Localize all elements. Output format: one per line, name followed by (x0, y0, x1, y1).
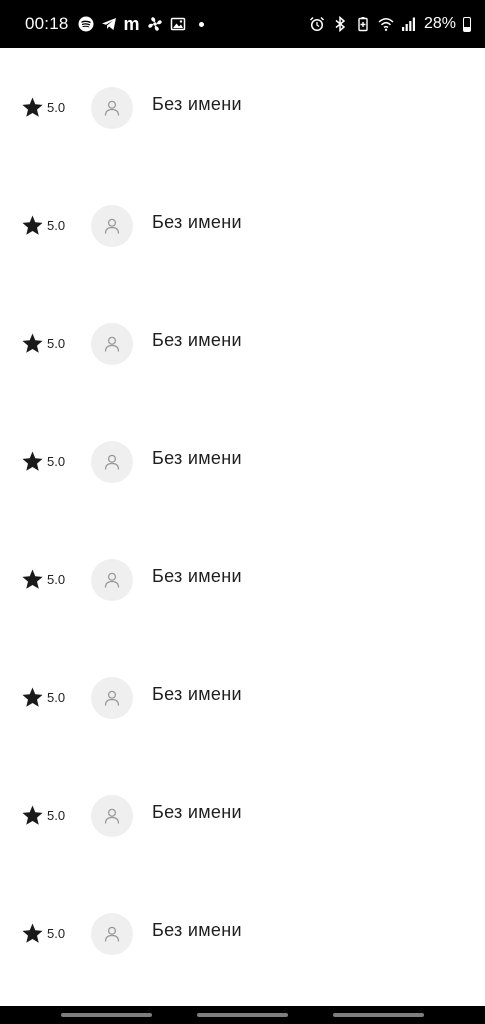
rating: 5.0 (21, 332, 65, 355)
wifi-icon (378, 16, 394, 32)
rating-value: 5.0 (47, 218, 66, 233)
nav-handle-center[interactable] (197, 1013, 288, 1017)
battery-percent: 28% (423, 15, 456, 32)
gallery-icon (170, 16, 186, 32)
bluetooth-icon (332, 16, 348, 32)
rating: 5.0 (21, 804, 65, 827)
nav-handle-left[interactable] (61, 1013, 152, 1017)
list-item[interactable]: 5.0 Без имени (0, 402, 485, 520)
m-app-icon: m (123, 14, 140, 34)
list-item[interactable]: 5.0 Без имени (0, 638, 485, 756)
rating: 5.0 (21, 568, 65, 591)
spotify-icon (78, 16, 94, 32)
reviewer-name: Без имени (152, 802, 242, 822)
status-time: 00:18 (25, 14, 69, 33)
rating-value: 5.0 (47, 926, 66, 941)
list-item[interactable]: 5.0 Без имени (0, 166, 485, 284)
nav-handle-right[interactable] (333, 1013, 424, 1017)
user-icon (104, 690, 120, 706)
list-item[interactable]: 5.0 Без имени (0, 520, 485, 638)
rating: 5.0 (21, 686, 65, 709)
user-icon (104, 454, 120, 470)
reviewer-name: Без имени (152, 94, 242, 114)
user-icon (104, 218, 120, 234)
status-bar-right: 28% (309, 15, 471, 33)
avatar (91, 795, 133, 837)
status-bar: 00:18 m 28% (0, 0, 485, 48)
avatar (91, 441, 133, 483)
rating-value: 5.0 (47, 100, 66, 115)
battery-icon (463, 16, 471, 32)
rating: 5.0 (21, 922, 65, 945)
avatar (91, 559, 133, 601)
user-icon (104, 100, 120, 116)
rating-value: 5.0 (47, 454, 66, 469)
star-icon (22, 923, 43, 943)
reviewer-name: Без имени (152, 566, 242, 586)
rating: 5.0 (21, 214, 65, 237)
star-icon (22, 805, 43, 825)
navigation-bar (0, 1006, 485, 1024)
user-icon (104, 572, 120, 588)
alarm-icon (309, 16, 325, 32)
user-icon (104, 336, 120, 352)
rating-value: 5.0 (47, 808, 66, 823)
avatar (91, 87, 133, 129)
avatar (91, 323, 133, 365)
star-icon (22, 687, 43, 707)
rating-value: 5.0 (47, 690, 66, 705)
reviewer-name: Без имени (152, 212, 242, 232)
reviewer-name: Без имени (152, 448, 242, 468)
avatar (91, 677, 133, 719)
avatar (91, 913, 133, 955)
list-item[interactable]: 5.0 Без имени (0, 284, 485, 402)
rating: 5.0 (21, 96, 65, 119)
rating: 5.0 (21, 450, 65, 473)
rating-value: 5.0 (47, 336, 66, 351)
list-item[interactable]: 5.0 Без имени (0, 48, 485, 166)
list-item[interactable]: 5.0 Без имени (0, 874, 485, 992)
user-icon (104, 926, 120, 942)
fan-icon (147, 16, 163, 32)
reviewer-name: Без имени (152, 920, 242, 940)
avatar (91, 205, 133, 247)
reviewer-name: Без имени (152, 684, 242, 704)
list-item[interactable]: 5.0 Без имени (0, 756, 485, 874)
star-icon (22, 215, 43, 235)
star-icon (22, 333, 43, 353)
star-icon (22, 97, 43, 117)
star-icon (22, 451, 43, 471)
battery-saver-icon (355, 16, 371, 32)
status-bar-left: 00:18 m (25, 14, 210, 34)
reviewer-name: Без имени (152, 330, 242, 350)
notification-dot (198, 21, 204, 27)
star-icon (22, 569, 43, 589)
telegram-icon (101, 16, 117, 32)
rating-value: 5.0 (47, 572, 66, 587)
user-icon (104, 808, 120, 824)
signal-icon (401, 16, 417, 32)
